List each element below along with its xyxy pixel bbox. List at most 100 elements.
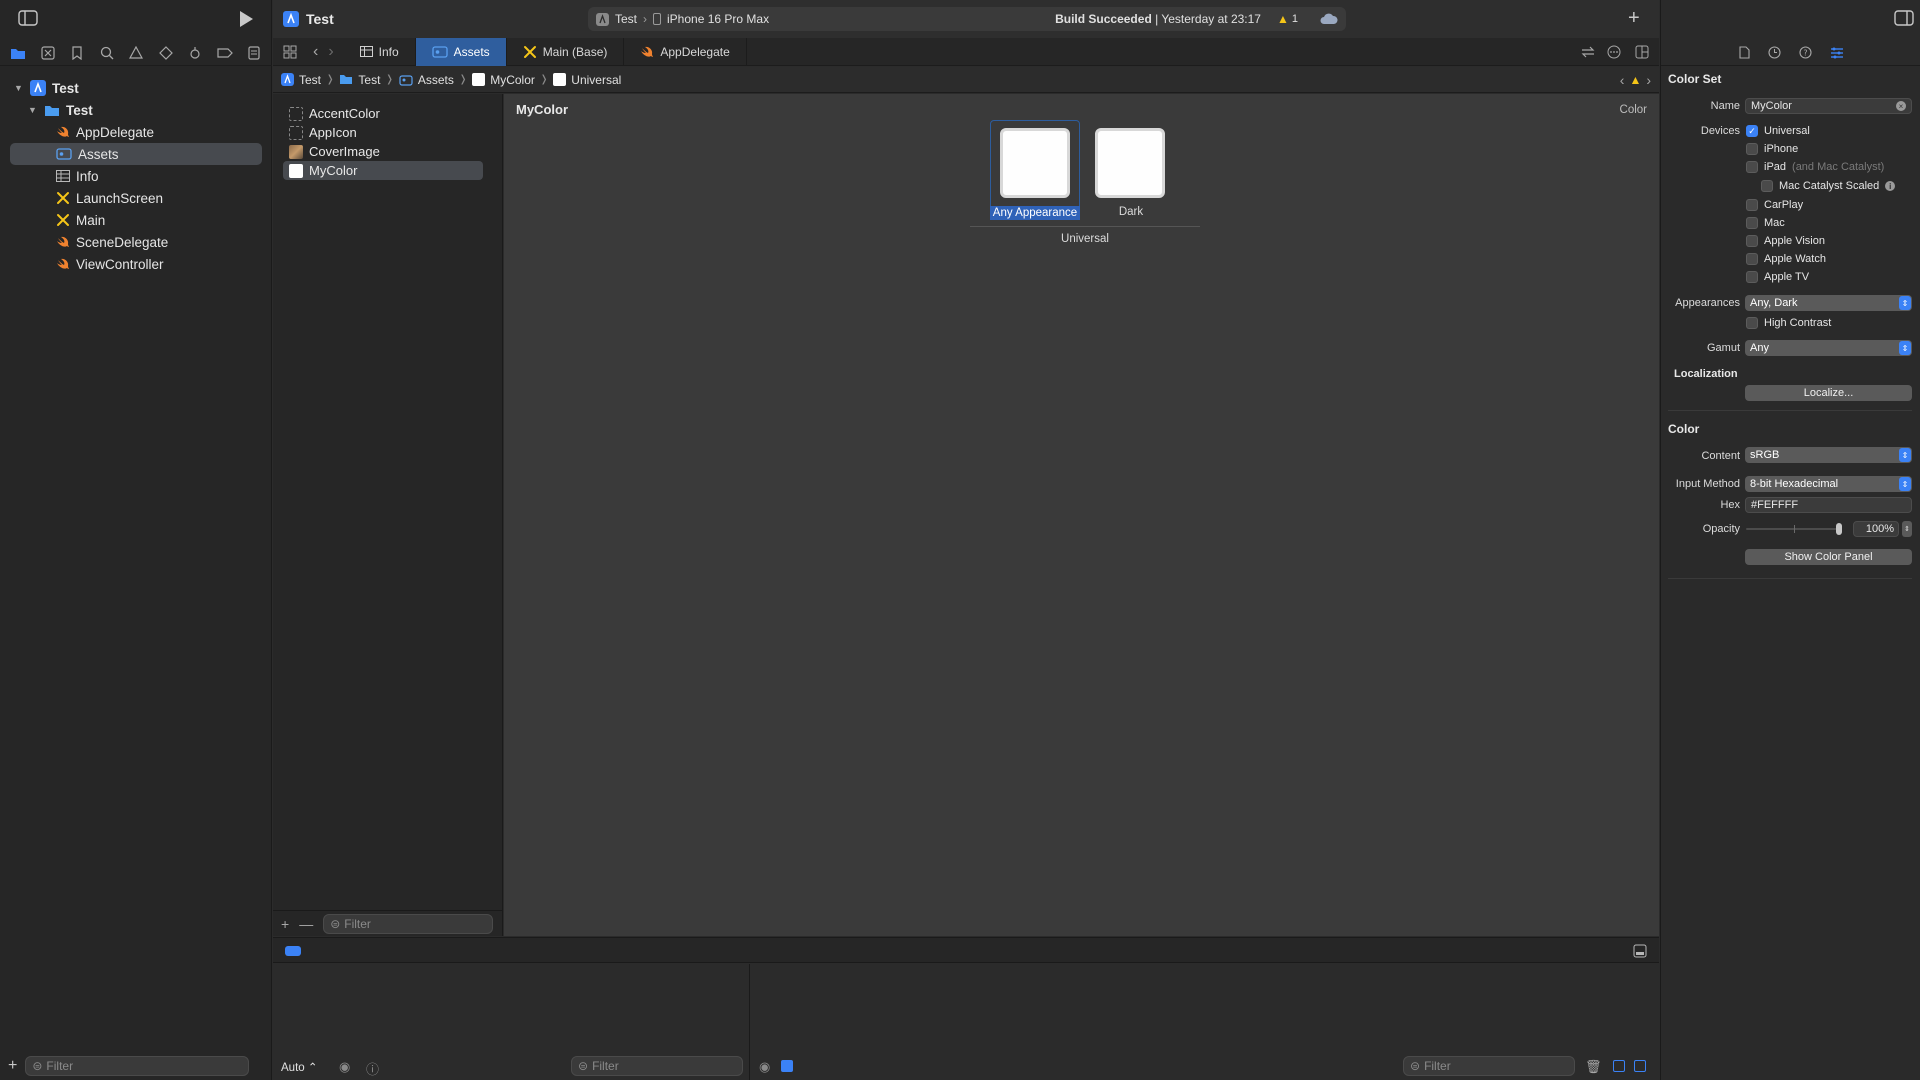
breadcrumb-group[interactable]: Test (358, 73, 380, 87)
next-issue-icon[interactable]: › (1646, 72, 1651, 88)
device-checkbox[interactable] (1746, 199, 1758, 211)
breadcrumb-universal[interactable]: Universal (571, 73, 621, 87)
device-checkbox[interactable] (1746, 143, 1758, 155)
debug-icon[interactable] (187, 45, 203, 61)
chevron-down-icon[interactable]: ▼ (14, 83, 24, 93)
source-control-icon[interactable] (40, 45, 56, 61)
scheme-selector[interactable]: Test (615, 12, 637, 26)
asset-item-appicon[interactable]: AppIcon (283, 123, 483, 142)
search-icon[interactable] (99, 45, 115, 61)
tree-item-main[interactable]: Main (0, 209, 272, 231)
variables-filter-field[interactable]: ⊜ Filter (571, 1056, 743, 1076)
well-label-any-appearance[interactable]: Any Appearance (990, 206, 1080, 220)
localize-button[interactable]: Localize... (1745, 385, 1912, 401)
device-checkbox-row-mac[interactable]: Mac (1746, 217, 1785, 229)
warning-icon[interactable]: ▲ (1629, 73, 1641, 87)
tab-info[interactable]: Info (344, 37, 416, 66)
auto-selector[interactable]: Auto ⌃ (281, 1060, 318, 1074)
device-checkbox-row-carplay[interactable]: CarPlay (1746, 199, 1803, 211)
info-icon[interactable]: ⓘ (366, 1059, 379, 1078)
help-icon[interactable]: ? (1798, 46, 1812, 59)
asset-item-coverimage[interactable]: CoverImage (283, 142, 483, 161)
console-filter-field[interactable]: ⊜ Filter (1403, 1056, 1575, 1076)
warning-count[interactable]: 1 (1292, 13, 1298, 25)
eye-icon[interactable]: ◉ (339, 1059, 350, 1075)
trash-icon[interactable]: 🗑 (1585, 1059, 1602, 1075)
debug-toggle-icon[interactable] (285, 946, 301, 956)
device-checkbox[interactable] (1761, 180, 1773, 192)
asset-item-accentcolor[interactable]: AccentColor (283, 104, 483, 123)
device-checkbox-row-mac-catalyst-scaled[interactable]: Mac Catalyst Scaled i (1761, 180, 1896, 192)
issue-warning-icon[interactable] (128, 45, 144, 61)
device-checkbox[interactable] (1746, 235, 1758, 247)
device-checkbox[interactable] (1746, 271, 1758, 283)
eye-icon[interactable]: ◉ (759, 1059, 770, 1075)
attributes-inspector-icon[interactable] (1830, 47, 1844, 59)
remove-asset-icon[interactable]: — (299, 916, 313, 932)
file-inspector-icon[interactable] (1738, 46, 1750, 59)
opacity-field[interactable]: 100% (1853, 521, 1899, 537)
navigator-filter-field[interactable]: ⊜ Filter (25, 1056, 250, 1076)
asset-item-mycolor[interactable]: MyColor (283, 161, 483, 180)
device-checkbox[interactable] (1746, 253, 1758, 265)
inspector-toggle-icon[interactable] (1894, 10, 1914, 26)
sidebar-toggle-icon[interactable] (18, 10, 38, 26)
device-checkbox[interactable] (1746, 217, 1758, 229)
breadcrumb-color[interactable]: MyColor (490, 73, 535, 87)
device-checkbox-row-iphone[interactable]: iPhone (1746, 143, 1798, 155)
tree-root-project[interactable]: ▼ Test (0, 77, 272, 99)
run-icon[interactable] (238, 10, 254, 28)
opacity-slider[interactable] (1746, 523, 1842, 535)
add-asset-icon[interactable]: + (281, 916, 289, 932)
tab-main-base[interactable]: Main (Base) (507, 37, 625, 66)
name-field[interactable]: MyColor × (1745, 98, 1912, 114)
tree-item-launchscreen[interactable]: LaunchScreen (0, 187, 272, 209)
tree-item-assets[interactable]: Assets (0, 143, 272, 165)
device-checkbox[interactable] (1746, 161, 1758, 173)
appearances-popup[interactable]: Any, Dark ⇕ (1745, 295, 1912, 311)
grid-icon[interactable] (283, 45, 297, 59)
breakpoint-icon[interactable] (216, 45, 233, 61)
tree-item-info[interactable]: Info (0, 165, 272, 187)
hide-debug-area-icon[interactable] (1633, 944, 1647, 958)
add-icon[interactable]: + (1628, 7, 1640, 30)
device-checkbox-row-apple-watch[interactable]: Apple Watch (1746, 253, 1826, 265)
destination-selector[interactable]: iPhone 16 Pro Max (667, 12, 769, 26)
input-method-popup[interactable]: 8-bit Hexadecimal ⇕ (1745, 476, 1912, 492)
split-left-icon[interactable] (1613, 1060, 1625, 1072)
history-icon[interactable] (1767, 46, 1781, 59)
high-contrast-checkbox[interactable] (1746, 317, 1758, 329)
more-options-icon[interactable] (1607, 45, 1621, 59)
add-icon[interactable]: + (8, 1057, 17, 1075)
console-output-icon[interactable] (781, 1060, 793, 1072)
color-well-any-appearance[interactable] (1000, 128, 1070, 198)
device-checkbox-row-ipad[interactable]: iPad (and Mac Catalyst) (1746, 161, 1884, 173)
hex-field[interactable]: #FEFFFF (1745, 497, 1912, 513)
tab-assets[interactable]: Assets (415, 37, 507, 66)
tree-item-viewcontroller[interactable]: ViewController (0, 253, 272, 275)
well-label-dark[interactable]: Dark (1086, 206, 1176, 218)
device-checkbox-row-universal[interactable]: ✓ Universal (1746, 125, 1810, 137)
slider-thumb[interactable] (1836, 523, 1842, 535)
back-icon[interactable]: ‹ (313, 43, 318, 61)
folder-icon[interactable] (10, 45, 26, 61)
warning-icon[interactable]: ▲ (1277, 12, 1289, 26)
previous-issue-icon[interactable]: ‹ (1620, 72, 1625, 88)
tree-item-appdelegate[interactable]: AppDelegate (0, 121, 272, 143)
opacity-stepper[interactable]: ⇕ (1902, 521, 1912, 537)
tree-item-scenedelegate[interactable]: SceneDelegate (0, 231, 272, 253)
chevron-down-icon[interactable]: ▼ (28, 105, 38, 115)
breadcrumb-assets[interactable]: Assets (418, 73, 454, 87)
add-editor-icon[interactable] (1635, 45, 1649, 59)
device-checkbox[interactable]: ✓ (1746, 125, 1758, 137)
forward-icon[interactable]: › (328, 43, 333, 61)
cloud-icon[interactable] (1320, 13, 1338, 25)
clear-icon[interactable]: × (1896, 101, 1906, 111)
show-color-panel-button[interactable]: Show Color Panel (1745, 549, 1912, 565)
high-contrast-checkbox-row[interactable]: High Contrast (1746, 317, 1831, 329)
breadcrumb-project[interactable]: Test (299, 73, 321, 87)
info-icon[interactable]: i (1885, 181, 1896, 191)
color-well-dark[interactable] (1095, 128, 1165, 198)
asset-filter-field[interactable]: ⊜ Filter (323, 913, 494, 934)
device-checkbox-row-apple-tv[interactable]: Apple TV (1746, 271, 1809, 283)
